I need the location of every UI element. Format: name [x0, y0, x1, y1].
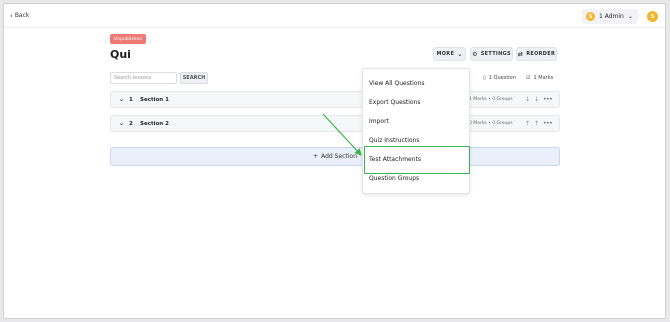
- annotation-arrow: [322, 113, 362, 156]
- app-window: ‹ Back S 1 Admin ⌄ S Unpublished Qui MOR…: [3, 3, 666, 319]
